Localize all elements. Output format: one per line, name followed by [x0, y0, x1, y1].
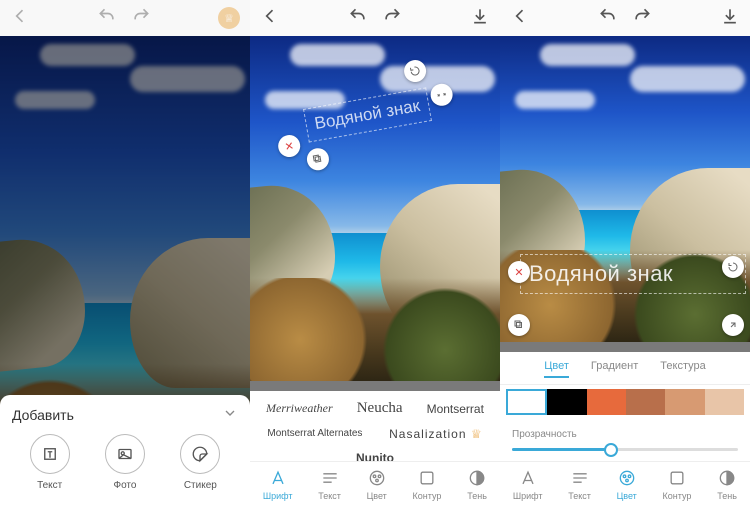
edit-tabbar: Шрифт Текст Цвет Контур Тень: [250, 461, 500, 505]
toolbar: ♕: [0, 0, 250, 36]
color-tab-color[interactable]: Цвет: [544, 360, 569, 378]
font-option[interactable]: Nunito: [351, 448, 399, 461]
edit-tabbar: Шрифт Текст Цвет Контур Тень: [500, 461, 750, 505]
font-option[interactable]: Montserrat Alternates: [262, 426, 367, 442]
add-text-button[interactable]: Текст: [30, 434, 70, 491]
toolbar: [250, 0, 500, 36]
swatch[interactable]: [547, 389, 586, 415]
screen-add-sheet: ♕ Добавить Текст Фото Стикер: [0, 0, 250, 505]
font-option[interactable]: Neucha: [352, 397, 408, 420]
swatch[interactable]: [705, 389, 744, 415]
resize-icon[interactable]: [722, 314, 744, 336]
photo-icon: [105, 434, 145, 474]
tab-outline[interactable]: Контур: [413, 468, 442, 501]
sticker-icon: [180, 434, 220, 474]
font-option[interactable]: Nasalization ♕: [384, 424, 487, 444]
redo-icon[interactable]: [382, 6, 402, 31]
swatch[interactable]: [626, 389, 665, 415]
tab-text[interactable]: Текст: [318, 468, 341, 501]
crown-icon[interactable]: ♕: [218, 7, 240, 29]
redo-icon[interactable]: [131, 6, 151, 31]
swatch[interactable]: [506, 389, 547, 415]
back-icon[interactable]: [510, 6, 530, 31]
undo-icon[interactable]: [97, 6, 117, 31]
tab-color[interactable]: Цвет: [367, 468, 387, 501]
back-icon[interactable]: [260, 6, 280, 31]
tab-shadow[interactable]: Тень: [467, 468, 487, 501]
color-tab-gradient[interactable]: Градиент: [591, 360, 638, 378]
undo-icon[interactable]: [598, 6, 618, 31]
swatch[interactable]: [665, 389, 704, 415]
screen-font-picker: Водяной знак ✕ Merriweather Neucha Monts…: [250, 0, 500, 505]
watermark-object[interactable]: Водяной знак: [520, 254, 746, 294]
add-photo-button[interactable]: Фото: [105, 434, 145, 491]
font-list: Merriweather Neucha Montserrat Montserra…: [250, 391, 500, 461]
download-icon[interactable]: [470, 6, 490, 31]
canvas[interactable]: Водяной знак ✕: [250, 36, 500, 381]
color-tab-texture[interactable]: Текстура: [660, 360, 705, 378]
color-tabs: Цвет Градиент Текстура: [500, 352, 750, 385]
sheet-title: Добавить: [12, 407, 74, 423]
font-option[interactable]: Montserrat: [422, 399, 489, 419]
back-icon[interactable]: [10, 6, 30, 31]
tab-outline[interactable]: Контур: [663, 468, 692, 501]
undo-icon[interactable]: [348, 6, 368, 31]
font-option[interactable]: Merriweather: [261, 398, 338, 419]
swatch[interactable]: [587, 389, 626, 415]
tab-font[interactable]: Шрифт: [513, 468, 543, 501]
add-sticker-button[interactable]: Стикер: [180, 434, 220, 491]
copy-icon[interactable]: [508, 314, 530, 336]
text-icon: [30, 434, 70, 474]
toolbar: [500, 0, 750, 36]
add-sheet: Добавить Текст Фото Стикер: [0, 395, 250, 505]
swatch-row: [500, 385, 750, 419]
canvas[interactable]: Водяной знак ✕: [500, 36, 750, 342]
download-icon[interactable]: [720, 6, 740, 31]
redo-icon[interactable]: [632, 6, 652, 31]
tab-text[interactable]: Текст: [568, 468, 591, 501]
opacity-slider[interactable]: Прозрачность: [500, 419, 750, 461]
chevron-down-icon[interactable]: [222, 405, 238, 424]
tab-shadow[interactable]: Тень: [717, 468, 737, 501]
screen-color-picker: Водяной знак ✕ Цвет Градиент Текстура Пр…: [500, 0, 750, 505]
close-icon[interactable]: ✕: [508, 261, 530, 283]
rotate-icon[interactable]: [722, 256, 744, 278]
tab-font[interactable]: Шрифт: [263, 468, 293, 501]
tab-color[interactable]: Цвет: [617, 468, 637, 501]
